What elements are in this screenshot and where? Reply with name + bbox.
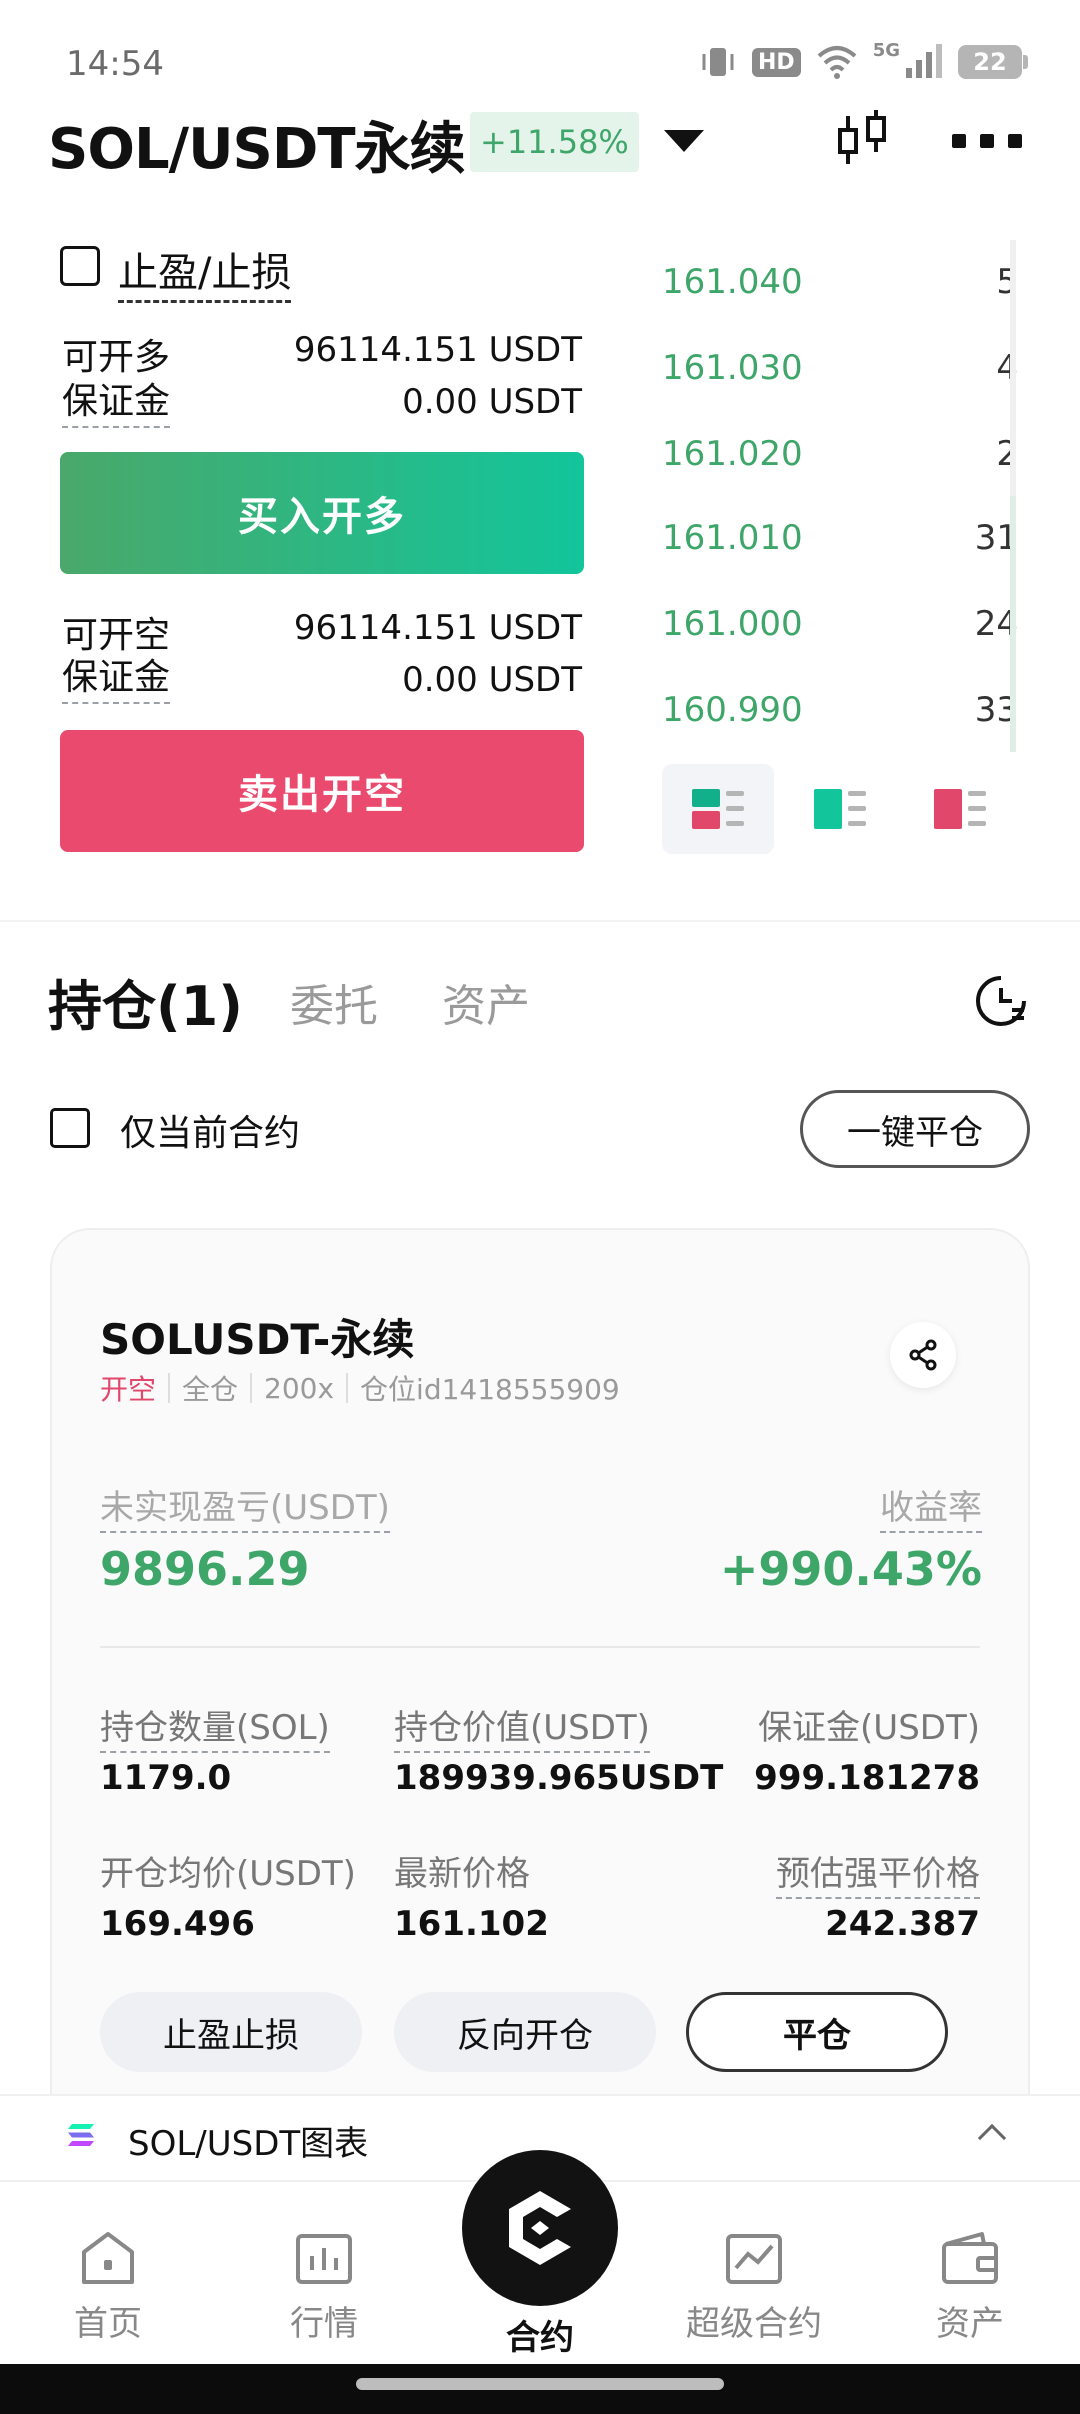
market-icon	[296, 2234, 352, 2284]
long-margin-label: 保证金	[62, 372, 171, 428]
solana-logo-icon	[68, 2124, 94, 2146]
short-margin-label: 保证金	[62, 648, 171, 704]
nav-contract-button[interactable]	[462, 2150, 618, 2306]
nav-home[interactable]: 首页	[28, 2230, 188, 2345]
entry-price-value: 169.496	[100, 1904, 255, 1944]
short-available-value: 96114.151 USDT	[293, 608, 582, 648]
share-icon	[909, 1339, 937, 1371]
long-margin-value: 0.00 USDT	[402, 382, 582, 422]
orderbook-price[interactable]: 161.000	[662, 604, 803, 644]
wifi-icon	[817, 46, 857, 79]
nav-super-contract[interactable]: 超级合约	[674, 2230, 834, 2345]
position-mode-tag: 全仓	[182, 1373, 239, 1406]
orderbook-scroll-thumb[interactable]	[1010, 496, 1016, 752]
last-price-label: 最新价格	[394, 1854, 530, 1894]
battery-icon: 22	[958, 45, 1028, 79]
position-value-value: 189939.965USDT	[394, 1758, 724, 1798]
last-price-value: 161.102	[394, 1904, 549, 1944]
unrealized-pnl-value: 9896.29	[100, 1542, 310, 1596]
tpsl-label[interactable]: 止盈/止损	[118, 240, 292, 303]
nav-market[interactable]: 行情	[244, 2230, 404, 2345]
orderbook-price[interactable]: 161.040	[662, 262, 803, 302]
nav-home-label: 首页	[74, 2304, 142, 2344]
more-icon[interactable]	[952, 134, 1022, 148]
current-contract-only-label[interactable]: 仅当前合约	[120, 1104, 300, 1156]
nav-super-contract-label: 超级合约	[686, 2304, 822, 2344]
nav-assets-label: 资产	[936, 2304, 1004, 2344]
roi-value: +990.43%	[719, 1542, 982, 1596]
chevron-down-icon[interactable]	[664, 130, 704, 152]
orderbook-mode-sell-button[interactable]	[904, 764, 1016, 854]
network-type: 5G	[872, 40, 900, 61]
orderbook-sell-icon	[934, 789, 986, 829]
change-badge: +11.58%	[470, 112, 639, 172]
hd-badge: HD	[752, 47, 801, 77]
tab-orders[interactable]: 委托	[290, 970, 378, 1034]
chart-strip-label[interactable]: SOL/USDT图表	[128, 2116, 368, 2165]
long-available-value: 96114.151 USDT	[293, 330, 582, 370]
position-size-label: 持仓数量(SOL)	[100, 1700, 330, 1753]
orderbook-price[interactable]: 161.020	[662, 434, 803, 474]
position-value-label: 持仓价值(USDT)	[394, 1700, 650, 1753]
roi-label: 收益率	[880, 1480, 982, 1533]
gesture-handle[interactable]	[356, 2378, 724, 2390]
tab-assets[interactable]: 资产	[442, 970, 530, 1034]
orderbook-mode-both-button[interactable]	[662, 764, 774, 854]
position-symbol[interactable]: SOLUSDT-永续	[100, 1306, 414, 1367]
tpsl-checkbox[interactable]	[60, 246, 100, 286]
margin-value: 999.181278	[754, 1758, 980, 1798]
close-position-button[interactable]: 平仓	[686, 1992, 948, 2072]
reverse-position-button[interactable]: 反向开仓	[394, 1992, 656, 2072]
wallet-icon	[942, 2232, 998, 2284]
tab-positions[interactable]: 持仓(1)	[48, 962, 243, 1041]
liquidation-price-label: 预估强平价格	[776, 1846, 980, 1899]
entry-price-label: 开仓均价(USDT)	[100, 1854, 356, 1894]
position-leverage-tag: 200x	[264, 1371, 335, 1405]
orderbook-both-icon	[692, 789, 744, 829]
history-icon[interactable]	[974, 974, 1028, 1028]
position-tags: 开空 全仓 200x 仓位id1418555909	[100, 1368, 620, 1408]
orderbook-price[interactable]: 160.990	[662, 690, 803, 730]
contract-logo-icon	[509, 2191, 571, 2265]
orderbook-price[interactable]: 161.010	[662, 518, 803, 558]
nav-market-label: 行情	[290, 2304, 358, 2344]
card-divider	[100, 1646, 980, 1648]
pair-title[interactable]: SOL/USDT永续	[48, 104, 466, 185]
short-margin-value: 0.00 USDT	[402, 660, 582, 700]
buy-long-button[interactable]: 买入开多	[60, 452, 584, 574]
candlestick-chart-icon[interactable]	[834, 108, 890, 168]
orderbook-mode-buy-button[interactable]	[784, 764, 896, 854]
unrealized-pnl-label: 未实现盈亏(USDT)	[100, 1480, 390, 1533]
close-all-button[interactable]: 一键平仓	[800, 1090, 1030, 1168]
position-size-value: 1179.0	[100, 1758, 232, 1798]
home-icon	[82, 2232, 134, 2284]
sell-short-button[interactable]: 卖出开空	[60, 730, 584, 852]
liquidation-price-value: 242.387	[825, 1904, 980, 1944]
signal-icon	[906, 44, 942, 78]
margin-label: 保证金(USDT)	[758, 1708, 980, 1748]
nav-assets[interactable]: 资产	[890, 2230, 1050, 2345]
status-time: 14:54	[66, 44, 164, 84]
orderbook-buy-icon	[814, 789, 866, 829]
orderbook-price[interactable]: 161.030	[662, 348, 803, 388]
position-side-tag: 开空	[100, 1373, 157, 1406]
vibrate-icon	[702, 48, 734, 76]
current-contract-only-checkbox[interactable]	[50, 1108, 90, 1148]
tpsl-button[interactable]: 止盈止损	[100, 1992, 362, 2072]
nav-contract-label[interactable]: 合约	[462, 2310, 618, 2359]
section-divider	[0, 920, 1080, 922]
share-button[interactable]	[890, 1322, 956, 1388]
super-contract-icon	[726, 2234, 782, 2284]
status-icons: HD 5G 22	[698, 40, 1028, 84]
position-id-tag: 仓位id1418555909	[360, 1373, 620, 1406]
